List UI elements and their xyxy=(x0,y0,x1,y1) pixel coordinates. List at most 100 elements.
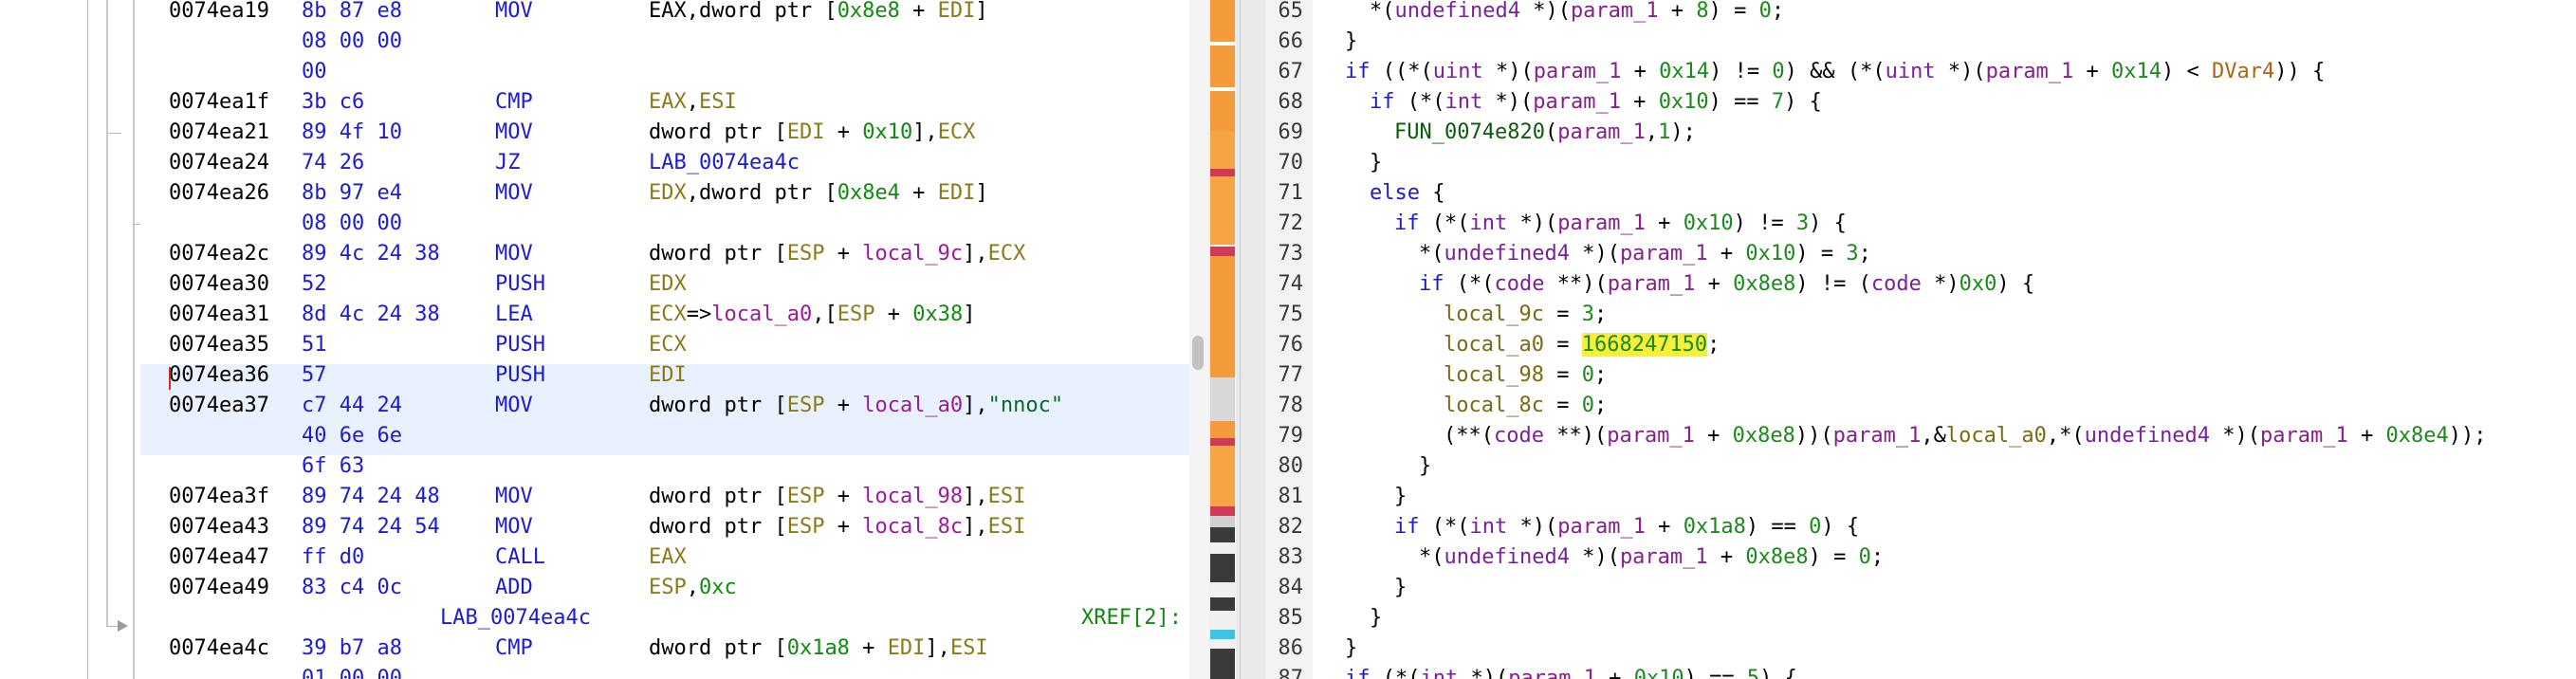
code-token[interactable]: *)( xyxy=(1570,242,1620,266)
code-token[interactable]: code xyxy=(1494,272,1544,296)
code-token[interactable]: **)( xyxy=(1544,272,1608,296)
code-token[interactable]: *)( xyxy=(1483,60,1534,83)
code-token[interactable]: ) { xyxy=(1759,667,1797,679)
code-token[interactable]: if xyxy=(1394,515,1420,539)
code-token[interactable]: 5 xyxy=(1747,667,1759,679)
code-token[interactable]: param_1 xyxy=(1620,545,1708,569)
code-token[interactable]: ) { xyxy=(1784,90,1822,114)
code-token[interactable]: int xyxy=(1444,90,1482,114)
instruction-row[interactable]: 0074ea37 c7 44 24 MOV dword ptr [ESP + loca… xyxy=(140,391,1189,421)
code-token[interactable]: ) && (*( xyxy=(1785,60,1886,83)
code-token[interactable]: ) < xyxy=(2162,60,2212,83)
overview-bar[interactable] xyxy=(1208,0,1237,679)
instruction-row[interactable]: 0074ea31 8d 4c 24 38 LEA ECX=>local_a0,[ESP… xyxy=(140,300,1189,330)
operand-token[interactable]: local_a0 xyxy=(711,303,812,326)
code-token[interactable]: ((*( xyxy=(1371,60,1433,83)
instruction-row[interactable]: 0074ea1f 3b c6 CMP EAX,ESI xyxy=(140,87,1189,118)
code-token[interactable]: 0 xyxy=(1759,0,1772,23)
code-token[interactable]: param_1 xyxy=(1557,515,1646,539)
instruction-row[interactable]: 0074ea21 89 4f 10 MOV dword ptr [EDI + 0x10… xyxy=(140,118,1189,148)
code-token[interactable]: param_1 xyxy=(1986,60,2074,83)
pane-splitter[interactable] xyxy=(1237,0,1265,679)
code-token[interactable]: local_a0 xyxy=(1946,424,2047,448)
instruction-row[interactable]: 0074ea36 57 PUSH EDI xyxy=(140,360,1189,391)
code-token[interactable]: } xyxy=(1345,636,1357,660)
code-token[interactable]: 8 xyxy=(1696,0,1708,23)
code-token[interactable]: param_1 xyxy=(1607,424,1695,448)
code-token[interactable]: + xyxy=(1708,242,1746,266)
code-token[interactable]: ) == xyxy=(1746,515,1809,539)
code-token[interactable]: (**( xyxy=(1444,424,1494,448)
code-line[interactable]: 85} xyxy=(1265,603,2576,633)
code-token[interactable]: } xyxy=(1394,485,1407,508)
instruction-row[interactable]: 0074ea24 74 26 JZ LAB_0074ea4c xyxy=(140,148,1189,178)
code-token[interactable]: param_1 xyxy=(1608,272,1696,296)
code-token[interactable]: ; xyxy=(1707,333,1720,357)
code-token[interactable]: if xyxy=(1345,667,1371,679)
code-token[interactable]: *)( xyxy=(1936,60,1986,83)
code-line[interactable]: 86} xyxy=(1265,633,2576,664)
code-token[interactable]: = xyxy=(1544,333,1582,357)
code-token[interactable]: FUN_0074e820 xyxy=(1394,120,1545,144)
code-token[interactable]: local_98 xyxy=(1444,363,1544,387)
code-line[interactable]: 80} xyxy=(1265,451,2576,482)
code-token[interactable]: = xyxy=(1544,394,1582,417)
code-token[interactable]: *)( xyxy=(1520,0,1571,23)
code-token[interactable]: *( xyxy=(1370,0,1395,23)
code-token[interactable]: 0 xyxy=(1582,363,1594,387)
code-line[interactable]: 68 if (*(int *)(param_1 + 0x10) == 7) { xyxy=(1265,87,2576,118)
code-token[interactable]: + xyxy=(1708,545,1746,569)
code-token[interactable]: param_1 xyxy=(1620,242,1708,266)
code-token[interactable]: param_1 xyxy=(1533,90,1621,114)
code-line[interactable]: 73 *(undefined4 *)(param_1 + 0x10) = 3; xyxy=(1265,239,2576,269)
code-line[interactable]: 79 (**(code **)(param_1 + 0x8e8))(param_1… xyxy=(1265,421,2576,451)
code-token[interactable]: undefined4 xyxy=(1395,0,1520,23)
operand-token[interactable]: local_a0 xyxy=(862,394,963,417)
operand-token[interactable]: local_9c xyxy=(862,242,963,266)
code-line[interactable]: 66} xyxy=(1265,27,2576,57)
code-token[interactable]: + xyxy=(1621,60,1659,83)
code-token[interactable]: param_1 xyxy=(1508,667,1596,679)
code-token[interactable]: + xyxy=(1621,90,1659,114)
code-token[interactable]: ) { xyxy=(1809,211,1847,235)
code-token[interactable]: if xyxy=(1394,211,1420,235)
code-line[interactable]: 78 local_8c = 0; xyxy=(1265,391,2576,421)
code-token[interactable]: uint xyxy=(1433,60,1483,83)
code-line[interactable]: 87 if (*(int *)(param_1 + 0x10) == 5) { xyxy=(1265,664,2576,679)
code-token[interactable]: 7 xyxy=(1772,90,1784,114)
code-token[interactable]: local_9c xyxy=(1444,303,1544,326)
code-token[interactable]: 0x10 xyxy=(1684,211,1734,235)
code-token[interactable]: local_a0 xyxy=(1444,333,1544,357)
instruction-row[interactable]: 40 6e 6e xyxy=(140,421,1189,451)
code-token[interactable]: } xyxy=(1370,606,1382,630)
code-token[interactable]: param_1 xyxy=(1833,424,1922,448)
code-token[interactable]: ; xyxy=(1772,0,1784,23)
code-line[interactable]: 83 *(undefined4 *)(param_1 + 0x8e8) = 0; xyxy=(1265,542,2576,573)
code-token[interactable]: (*( xyxy=(1444,272,1495,296)
code-token[interactable]: 0 xyxy=(1772,60,1784,83)
code-token[interactable]: ) == xyxy=(1684,667,1747,679)
code-token[interactable]: if xyxy=(1419,272,1444,296)
code-token[interactable]: undefined4 xyxy=(1444,545,1570,569)
operand-token[interactable]: LAB_0074ea4c xyxy=(649,151,800,174)
code-token[interactable]: ) != xyxy=(1709,60,1772,83)
code-token[interactable]: if xyxy=(1345,60,1371,83)
code-token[interactable]: ))( xyxy=(1795,424,1833,448)
code-token[interactable]: 0x8e8 xyxy=(1745,545,1808,569)
code-token[interactable]: (*( xyxy=(1420,515,1470,539)
code-token[interactable]: ) != ( xyxy=(1795,272,1870,296)
code-token[interactable]: 0x8e8 xyxy=(1733,424,1795,448)
instruction-row[interactable]: 0074ea35 51 PUSH ECX xyxy=(140,330,1189,360)
operand-token[interactable]: local_8c xyxy=(862,515,963,539)
code-line[interactable]: 67 if ((*(uint *)(param_1 + 0x14) != 0) &… xyxy=(1265,57,2576,87)
listing-pane[interactable]: 0074ea19 8b 87 e8 MOV EAX,dword ptr [0x8e8 … xyxy=(0,0,1189,679)
code-line[interactable]: 77 local_98 = 0; xyxy=(1265,360,2576,391)
code-line[interactable]: 71 else { xyxy=(1265,178,2576,209)
instruction-row[interactable]: 0074ea47 ff d0 CALL EAX xyxy=(140,542,1189,573)
code-token[interactable]: } xyxy=(1370,151,1382,174)
code-token[interactable]: + xyxy=(1646,211,1684,235)
instruction-row[interactable]: 0074ea2c 89 4c 24 38 MOV dword ptr [ESP + l… xyxy=(140,239,1189,269)
code-token[interactable]: int xyxy=(1420,667,1458,679)
code-token[interactable]: 0 xyxy=(1582,394,1594,417)
code-line[interactable]: 75 local_9c = 3; xyxy=(1265,300,2576,330)
